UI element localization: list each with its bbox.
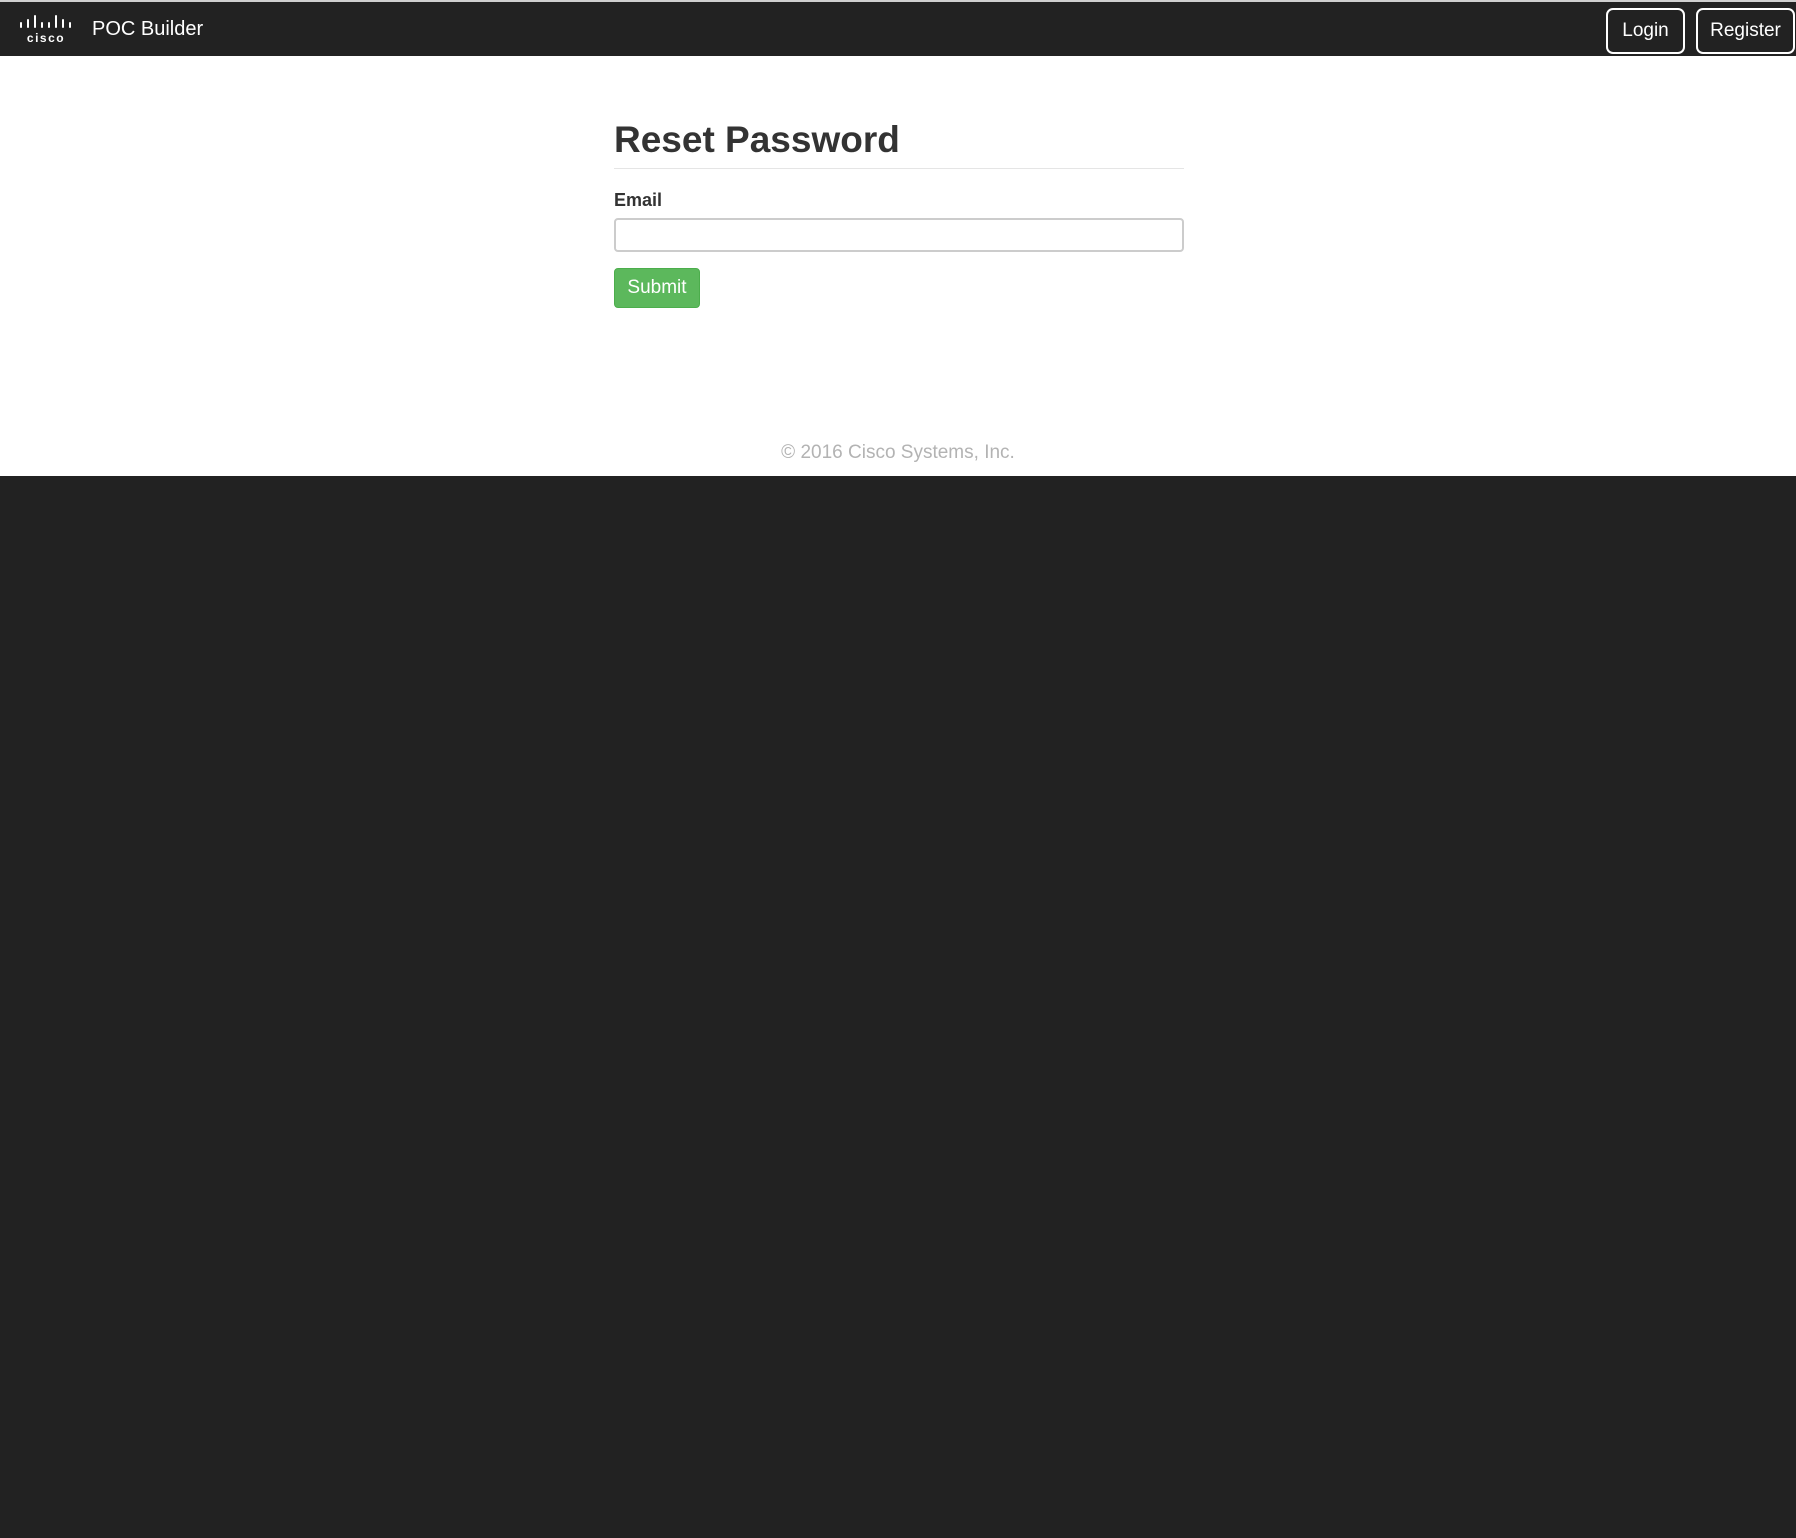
navbar: cisco POC Builder Login Register xyxy=(0,2,1796,56)
brand-name: POC Builder xyxy=(92,17,204,40)
logo-text: cisco xyxy=(27,31,65,45)
cisco-logo-icon: cisco xyxy=(20,15,71,45)
brand-link[interactable]: cisco POC Builder xyxy=(19,11,203,47)
submit-button[interactable]: Submit xyxy=(614,268,700,308)
footer-copyright: © 2016 Cisco Systems, Inc. xyxy=(781,442,1015,463)
page-title: Reset Password xyxy=(614,119,900,160)
login-button[interactable]: Login xyxy=(1606,8,1685,54)
email-input[interactable] xyxy=(614,218,1184,252)
register-button[interactable]: Register xyxy=(1696,8,1795,54)
email-label: Email xyxy=(614,190,663,210)
title-divider xyxy=(614,168,1184,169)
